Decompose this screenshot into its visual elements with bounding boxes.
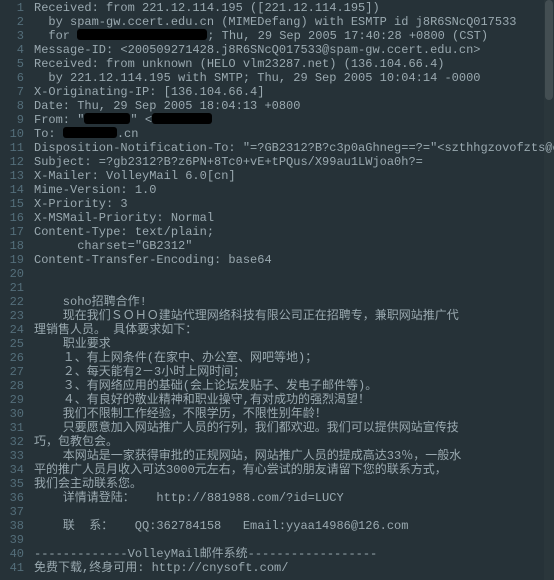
- line-number: 41: [0, 560, 24, 574]
- line-number: 40: [0, 546, 24, 560]
- line-number: 16: [0, 210, 24, 224]
- code-line: 详情请登陆： http://881988.com/?id=LUCY: [34, 490, 554, 504]
- code-line: X-Priority: 3: [34, 196, 554, 210]
- line-number: 34: [0, 462, 24, 476]
- line-number: 22: [0, 294, 24, 308]
- line-number: 3: [0, 28, 24, 42]
- code-line: 现在我们ＳＯＨＯ建站代理网络科技有限公司正在招聘专，兼职网站推广代: [34, 308, 554, 322]
- code-line: From: "" <: [34, 112, 554, 126]
- code-line: 免费下载,终身可用: http://cnysoft.com/: [34, 560, 554, 574]
- line-number: 26: [0, 350, 24, 364]
- line-number: 25: [0, 336, 24, 350]
- line-number: 12: [0, 154, 24, 168]
- line-number: 14: [0, 182, 24, 196]
- line-number: 32: [0, 434, 24, 448]
- code-line: by 221.12.114.195 with SMTP; Thu, 29 Sep…: [34, 70, 554, 84]
- redacted-text: [152, 113, 212, 124]
- code-line: [34, 280, 554, 294]
- code-line: 职业要求: [34, 336, 554, 350]
- line-number: 11: [0, 140, 24, 154]
- code-line: [34, 266, 554, 280]
- code-line: by spam-gw.ccert.edu.cn (MIMEDefang) wit…: [34, 14, 554, 28]
- line-number: 7: [0, 84, 24, 98]
- vertical-scrollbar[interactable]: [544, 0, 554, 580]
- code-line: Content-Type: text/plain;: [34, 224, 554, 238]
- code-line: Received: from unknown (HELO vlm23287.ne…: [34, 56, 554, 70]
- line-number: 28: [0, 378, 24, 392]
- code-line: X-Originating-IP: [136.104.66.4]: [34, 84, 554, 98]
- code-line: X-Mailer: VolleyMail 6.0[cn]: [34, 168, 554, 182]
- line-number: 29: [0, 392, 24, 406]
- redacted-text: [84, 113, 130, 124]
- line-number: 5: [0, 56, 24, 70]
- line-number-gutter: 1234567891011121314151617181920212223242…: [0, 0, 34, 580]
- code-line: Message-ID: <200509271428.j8R6SNcQ017533…: [34, 42, 554, 56]
- code-line: 我们会主动联系您。: [34, 476, 554, 490]
- line-number: 20: [0, 266, 24, 280]
- line-number: 27: [0, 364, 24, 378]
- code-line: 只要愿意加入网站推广人员的行列，我们都欢迎。我们可以提供网站宣传技: [34, 420, 554, 434]
- line-number: 15: [0, 196, 24, 210]
- code-line: 巧，包教包会。: [34, 434, 554, 448]
- code-line: ２、每天能有2－3小时上网时间；: [34, 364, 554, 378]
- code-line: Mime-Version: 1.0: [34, 182, 554, 196]
- text-editor: 1234567891011121314151617181920212223242…: [0, 0, 554, 580]
- code-line: 平的推广人员月收入可达3000元左右，有心尝试的朋友请留下您的联系方式，: [34, 462, 554, 476]
- code-content[interactable]: Received: from 221.12.114.195 ([221.12.1…: [34, 0, 554, 580]
- line-number: 38: [0, 518, 24, 532]
- code-line: [34, 532, 554, 546]
- code-line: for ; Thu, 29 Sep 2005 17:40:28 +0800 (C…: [34, 28, 554, 42]
- line-number: 1: [0, 0, 24, 14]
- line-number: 35: [0, 476, 24, 490]
- line-number: 6: [0, 70, 24, 84]
- line-number: 17: [0, 224, 24, 238]
- code-line: 理销售人员。 具体要求如下：: [34, 322, 554, 336]
- line-number: 31: [0, 420, 24, 434]
- line-number: 8: [0, 98, 24, 112]
- line-number: 21: [0, 280, 24, 294]
- code-line: １、有上网条件(在家中、办公室、网吧等地)；: [34, 350, 554, 364]
- line-number: 4: [0, 42, 24, 56]
- line-number: 24: [0, 322, 24, 336]
- code-line: Date: Thu, 29 Sep 2005 18:04:13 +0800: [34, 98, 554, 112]
- line-number: 18: [0, 238, 24, 252]
- line-number: 37: [0, 504, 24, 518]
- code-line: 本网站是一家获得审批的正规网站，网站推广人员的提成高达33％，一般水: [34, 448, 554, 462]
- code-line: ４、有良好的敬业精神和职业操守,有对成功的强烈渴望！: [34, 392, 554, 406]
- redacted-text: [63, 127, 117, 138]
- code-line: soho招聘合作!: [34, 294, 554, 308]
- line-number: 36: [0, 490, 24, 504]
- redacted-text: [77, 29, 207, 40]
- line-number: 33: [0, 448, 24, 462]
- line-number: 9: [0, 112, 24, 126]
- scrollbar-thumb[interactable]: [545, 0, 553, 100]
- code-line: Subject: =?gb2312?B?z6PN+8Tc0+vE+tPQus/X…: [34, 154, 554, 168]
- code-line: To: .cn: [34, 126, 554, 140]
- line-number: 23: [0, 308, 24, 322]
- code-line: 联 系： QQ:362784158 Email:yyaa14986@126.co…: [34, 518, 554, 532]
- code-line: Received: from 221.12.114.195 ([221.12.1…: [34, 0, 554, 14]
- code-line: ３、有网络应用的基础(会上论坛发贴子、发电子邮件等)。: [34, 378, 554, 392]
- line-number: 39: [0, 532, 24, 546]
- line-number: 13: [0, 168, 24, 182]
- line-number: 2: [0, 14, 24, 28]
- code-line: Disposition-Notification-To: "=?GB2312?B…: [34, 140, 554, 154]
- code-line: charset="GB2312": [34, 238, 554, 252]
- code-line: [34, 504, 554, 518]
- code-line: X-MSMail-Priority: Normal: [34, 210, 554, 224]
- code-line: Content-Transfer-Encoding: base64: [34, 252, 554, 266]
- line-number: 19: [0, 252, 24, 266]
- code-line: -------------VolleyMail邮件系统-------------…: [34, 546, 554, 560]
- line-number: 10: [0, 126, 24, 140]
- line-number: 30: [0, 406, 24, 420]
- code-line: 我们不限制工作经验，不限学历，不限性别年龄！: [34, 406, 554, 420]
